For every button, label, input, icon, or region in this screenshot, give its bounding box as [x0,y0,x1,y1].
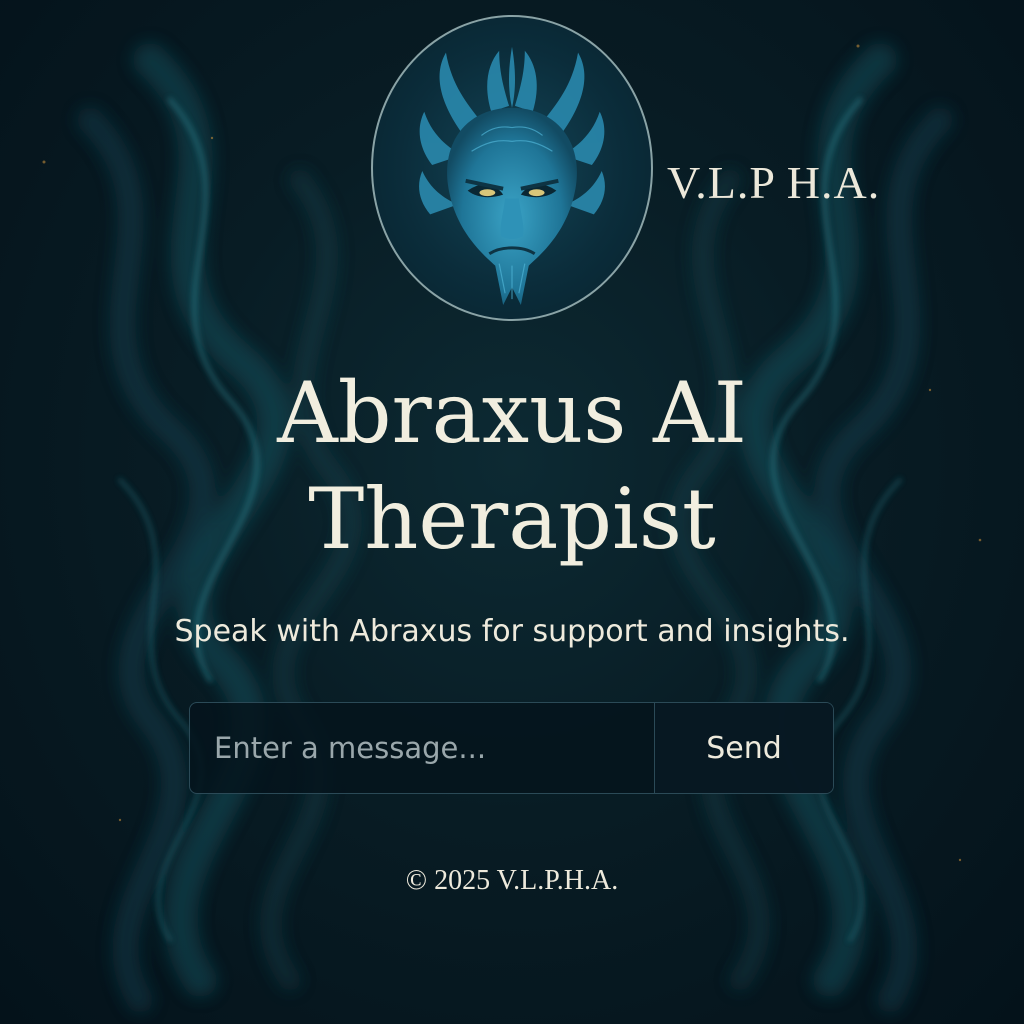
logo-emblem [371,15,653,321]
page-title: Abraxus AI Therapist [0,360,1024,572]
page: V.L.P H.A. Abraxus AI Therapist Speak wi… [0,0,1024,1024]
page-subtitle: Speak with Abraxus for support and insig… [174,614,850,649]
page-title-line2: Therapist [308,470,716,568]
page-title-line1: Abraxus AI [277,364,747,462]
brand-name: V.L.P H.A. [667,157,881,208]
send-button[interactable]: Send [654,703,833,793]
message-input[interactable] [190,703,654,793]
demon-mask-icon [419,46,605,306]
footer-copyright: © 2025 V.L.P.H.A. [405,865,619,896]
message-composer: Send [189,702,834,794]
